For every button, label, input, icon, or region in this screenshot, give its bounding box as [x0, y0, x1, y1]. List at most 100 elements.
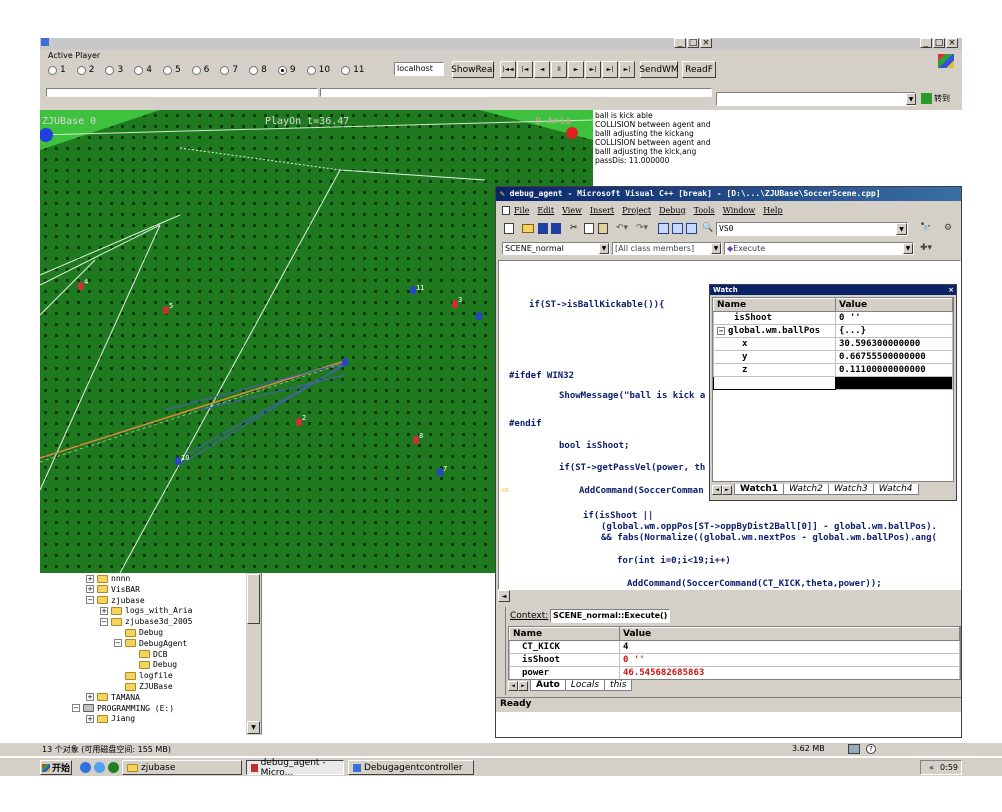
tab-watch4[interactable]: Watch4 — [872, 484, 919, 495]
media-button-6[interactable]: ►| — [602, 61, 618, 78]
host-input[interactable]: localhost — [394, 62, 444, 76]
player-radio-1[interactable]: 1 — [48, 65, 66, 75]
windows-list-icon[interactable] — [686, 223, 697, 234]
new-file-icon[interactable] — [504, 223, 514, 234]
player-radio-8[interactable]: 8 — [249, 65, 267, 75]
copy-icon[interactable] — [584, 223, 594, 234]
tab-watch2[interactable]: Watch2 — [783, 484, 829, 495]
tree-item[interactable]: logfile — [114, 671, 173, 680]
cut-icon[interactable]: ✂ — [570, 223, 580, 234]
watch-close-button[interactable]: × — [948, 285, 954, 295]
find-in-files-icon[interactable]: 🔍 — [702, 223, 714, 234]
close-button[interactable]: × — [700, 38, 712, 48]
minimize-button[interactable]: _ — [674, 38, 686, 48]
watch-row[interactable]: − global.wm.ballPos {...} — [713, 324, 953, 338]
expand-icon[interactable]: + — [86, 693, 94, 702]
media-button-7[interactable]: ►| — [619, 61, 635, 78]
find-combo[interactable]: VS0 — [716, 222, 908, 236]
media-button-4[interactable]: ► — [568, 61, 584, 78]
context-combo[interactable]: SCENE_normal::Execute() — [550, 609, 670, 623]
undo-icon[interactable]: ↶▾ — [616, 223, 628, 233]
tab-scroll-right[interactable]: ► — [518, 681, 528, 691]
player-radio-6[interactable]: 6 — [191, 65, 209, 75]
task-debug-agent[interactable]: debug_agent - Micro... — [246, 758, 344, 778]
redo-icon[interactable]: ↷▾ — [636, 223, 648, 233]
menu-debug[interactable]: Debug — [659, 206, 686, 215]
tab-locals[interactable]: Locals — [564, 680, 606, 691]
wizard-actions-icon[interactable]: ✚▾ — [920, 243, 932, 253]
showreal-button[interactable]: ShowReal — [451, 61, 495, 78]
close-button[interactable]: × — [946, 38, 958, 48]
quicklaunch-ie-icon[interactable] — [80, 762, 91, 773]
start-button[interactable]: 开始 — [40, 760, 72, 775]
tab-auto[interactable]: Auto — [530, 680, 566, 691]
tab-scroll-left[interactable]: ◄ — [712, 485, 722, 495]
watch-grid[interactable]: Name Value isShoot 0 '' − global.wm.ballP… — [712, 297, 954, 482]
tree-item[interactable]: − PROGRAMMING (E:) — [72, 704, 174, 713]
workspace-icon[interactable] — [658, 223, 669, 234]
watch-row[interactable]: y 0.66755500000000 — [713, 350, 953, 364]
variables-row[interactable]: power 46.545682685863 — [509, 666, 960, 679]
code-hscrollbar[interactable]: ◄ — [498, 590, 961, 602]
player-radio-4[interactable]: 4 — [134, 65, 152, 75]
explorer-tree-scrollbar[interactable]: ▼ — [246, 573, 261, 735]
sendwm-button[interactable]: SendWM — [639, 61, 679, 78]
members-dropdown[interactable]: ▼ — [711, 243, 721, 254]
tree-item[interactable]: DCB — [128, 650, 167, 659]
tree-item[interactable]: Debug — [128, 660, 177, 669]
media-button-0[interactable]: |◄◄ — [500, 61, 516, 78]
menu-project[interactable]: Project — [622, 206, 651, 215]
compile-icon[interactable]: ⚙ — [944, 223, 952, 233]
tree-item[interactable]: + nnnn — [86, 574, 130, 583]
scope-combo[interactable]: SCENE_normal — [502, 242, 610, 255]
player-radio-9[interactable]: 9 — [277, 65, 296, 75]
readf-button[interactable]: ReadF — [682, 61, 716, 78]
variables-row[interactable]: CT_KICK 4 — [509, 640, 960, 654]
slider-left[interactable] — [46, 88, 318, 97]
address-input[interactable] — [716, 92, 916, 106]
menu-edit[interactable]: Edit — [537, 206, 554, 215]
collapse-icon[interactable]: − — [114, 639, 122, 648]
output-icon[interactable] — [672, 223, 683, 234]
variables-row[interactable]: isShoot 0 '' — [509, 653, 960, 667]
collapse-icon[interactable]: − — [72, 704, 80, 713]
tree-item[interactable]: − DebugAgent — [114, 639, 187, 648]
watch-new-row[interactable] — [713, 376, 953, 390]
media-button-3[interactable]: II — [551, 61, 567, 78]
scroll-down-button[interactable]: ▼ — [247, 721, 260, 734]
scroll-thumb[interactable] — [247, 574, 260, 624]
minimize-button[interactable]: _ — [920, 38, 932, 48]
menu-insert[interactable]: Insert — [590, 206, 614, 215]
maximize-button[interactable]: □ — [687, 38, 699, 48]
save-all-icon[interactable] — [551, 223, 561, 234]
tree-item[interactable]: + Jiang — [86, 714, 135, 723]
scroll-left-button[interactable]: ◄ — [498, 590, 510, 602]
tree-item[interactable]: + TAMANA — [86, 693, 140, 702]
player-radio-2[interactable]: 2 — [76, 65, 94, 75]
function-combo[interactable]: ◆Execute — [724, 242, 914, 255]
tab-this[interactable]: this — [604, 680, 633, 691]
tab-scroll-left[interactable]: ◄ — [508, 681, 518, 691]
quicklaunch-media-icon[interactable] — [108, 762, 119, 773]
variables-grid[interactable]: Name Value CT_KICK 4 isShoot 0 '' power … — [508, 626, 961, 680]
tree-item[interactable]: − zjubase3d_2005 — [100, 617, 192, 626]
find-icon[interactable]: 🔭 — [920, 223, 931, 233]
player-radio-7[interactable]: 7 — [220, 65, 238, 75]
watch-row[interactable]: x 30.596300000000 — [713, 337, 953, 351]
tab-watch1[interactable]: Watch1 — [734, 484, 784, 495]
expand-icon[interactable]: + — [86, 574, 94, 583]
menu-file[interactable]: File — [514, 206, 529, 215]
media-button-1[interactable]: |◄ — [517, 61, 533, 78]
collapse-icon[interactable]: − — [100, 617, 108, 626]
tree-item[interactable]: Debug — [114, 628, 163, 637]
paste-icon[interactable] — [598, 223, 608, 234]
task-zjubase[interactable]: zjubase — [122, 760, 242, 775]
watch-row[interactable]: z 0.11100000000000 — [713, 363, 953, 377]
tree-item[interactable]: + VisBAR — [86, 585, 140, 594]
expand-icon[interactable]: + — [86, 714, 94, 723]
maximize-button[interactable]: □ — [933, 38, 945, 48]
menu-window[interactable]: Window — [723, 206, 756, 215]
expand-icon[interactable]: + — [86, 585, 94, 594]
find-combo-dropdown[interactable]: ▼ — [896, 223, 907, 235]
go-arrow-icon[interactable] — [921, 93, 932, 104]
